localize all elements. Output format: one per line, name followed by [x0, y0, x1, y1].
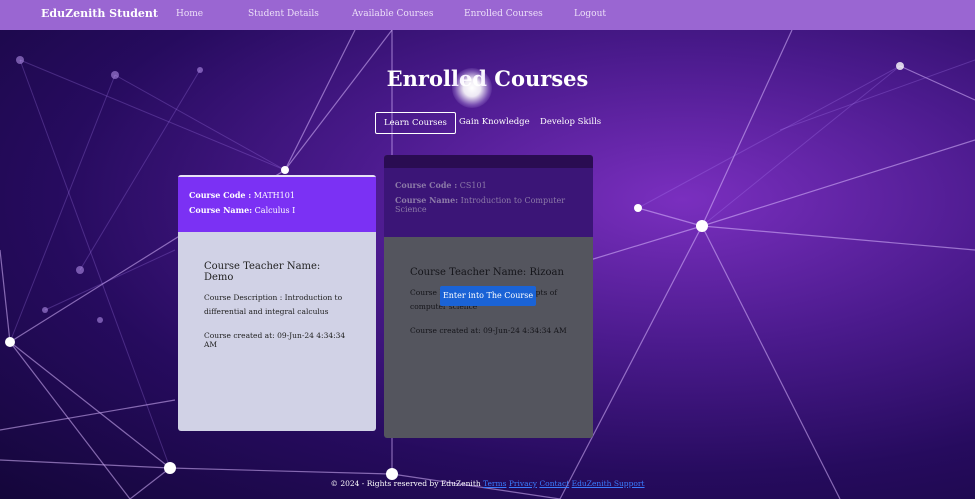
tab-gain-knowledge[interactable]: Gain Knowledge — [451, 112, 538, 134]
course-name-label: Course Name: — [395, 195, 459, 205]
course-code-value: CS101 — [459, 181, 487, 190]
course-teacher: Course Teacher Name: Rizoan — [410, 267, 564, 278]
course-name-label: Course Name: — [189, 205, 253, 215]
course-name: Course Name: Calculus I — [189, 205, 365, 215]
nav-student-details[interactable]: Student Details — [248, 9, 319, 19]
footer-link-terms[interactable]: Terms — [483, 479, 506, 488]
nav-home[interactable]: Home — [176, 9, 203, 19]
page-footer: © 2024 - Rights reserved by EduZenith Te… — [0, 479, 975, 488]
course-code-value: MATH101 — [253, 191, 295, 200]
course-code: Course Code : MATH101 — [189, 190, 365, 200]
footer-link-support[interactable]: EduZenith Support — [572, 479, 645, 488]
course-created: Course created at: 09-Jun-24 4:34:34 AM — [410, 326, 567, 335]
footer-link-contact[interactable]: Contact — [539, 479, 569, 488]
top-navbar: EduZenith Student Home Student Details A… — [0, 0, 975, 30]
course-created: Course created at: 09-Jun-24 4:34:34 AM — [204, 331, 346, 349]
course-name: Course Name: Introduction to Computer Sc… — [395, 195, 582, 214]
light-flare — [452, 68, 492, 108]
course-name-value: Calculus I — [254, 206, 296, 215]
footer-link-privacy[interactable]: Privacy — [509, 479, 537, 488]
tab-learn-courses[interactable]: Learn Courses — [375, 112, 456, 134]
course-description: Course Description : Introduction to dif… — [204, 293, 343, 316]
nav-available-courses[interactable]: Available Courses — [352, 9, 434, 19]
course-code-label: Course Code : — [189, 190, 252, 200]
course-code-label: Course Code : — [395, 180, 458, 190]
course-card-header: Course Code : CS101 Course Name: Introdu… — [384, 168, 593, 237]
brand-logo[interactable]: EduZenith Student — [41, 7, 158, 20]
course-code: Course Code : CS101 — [395, 180, 582, 190]
course-card[interactable]: Course Code : MATH101 Course Name: Calcu… — [178, 175, 376, 431]
enter-course-button[interactable]: Enter into The Course — [440, 286, 536, 306]
course-card-body: Course Teacher Name: Demo Course Descrip… — [178, 232, 376, 349]
footer-copyright: © 2024 - Rights reserved by EduZenith — [330, 479, 481, 488]
tab-develop-skills[interactable]: Develop Skills — [532, 112, 609, 134]
nav-enrolled-courses[interactable]: Enrolled Courses — [464, 9, 543, 19]
nav-logout[interactable]: Logout — [574, 9, 606, 19]
course-teacher: Course Teacher Name: Demo — [204, 261, 321, 283]
course-card-header: Course Code : MATH101 Course Name: Calcu… — [178, 175, 376, 232]
card-top-bar — [384, 155, 593, 168]
